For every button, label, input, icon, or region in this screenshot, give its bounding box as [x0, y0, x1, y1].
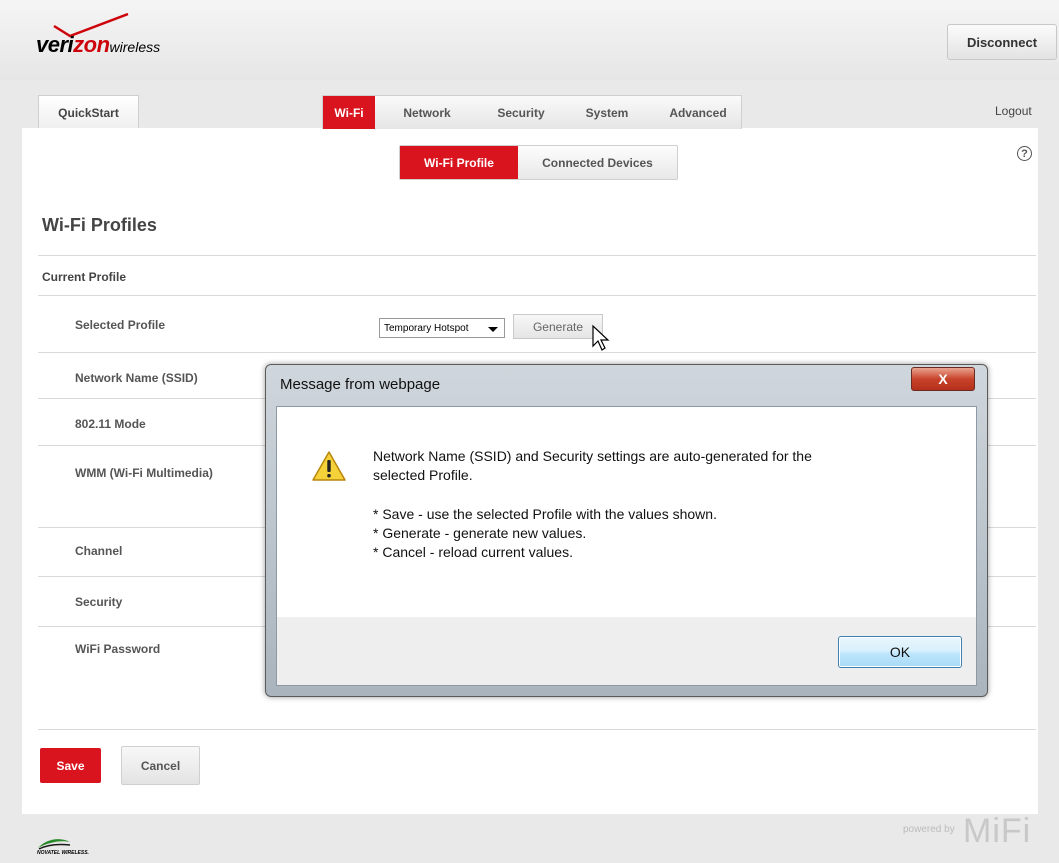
novatel-brand-text: NOVATEL WIRELESS.	[37, 850, 89, 856]
logout-link[interactable]: Logout	[995, 104, 1032, 118]
row-label-channel: Channel	[75, 544, 123, 558]
novatel-logo: NOVATEL WIRELESS.	[37, 836, 89, 860]
powered-by-mifi: powered by MiFi	[903, 812, 1053, 862]
divider	[38, 729, 1036, 730]
profile-select-value: Temporary Hotspot	[384, 322, 469, 334]
logo-wordmark: verizonwireless	[36, 32, 161, 57]
dialog-message-line: selected Profile.	[373, 467, 473, 483]
chevron-down-icon	[488, 327, 498, 332]
dialog-body: Network Name (SSID) and Security setting…	[276, 406, 977, 617]
divider	[38, 352, 1036, 353]
tab-quickstart[interactable]: QuickStart	[38, 95, 139, 129]
row-label-security: Security	[75, 595, 123, 609]
subtab-wifi-profile[interactable]: Wi-Fi Profile	[400, 146, 518, 179]
header-bar: verizonwireless Disconnect	[0, 0, 1059, 80]
message-dialog: Message from webpage X Network Name (SSI…	[265, 364, 988, 697]
section-title: Current Profile	[42, 270, 127, 284]
dialog-title: Message from webpage	[280, 376, 441, 393]
mifi-logo: MiFi	[963, 812, 1032, 850]
dialog-close-button[interactable]: X	[911, 367, 975, 391]
novatel-swoosh-icon	[38, 839, 71, 850]
save-button[interactable]: Save	[40, 748, 101, 783]
verizon-logo: verizonwireless	[36, 12, 186, 62]
tab-network[interactable]: Network	[387, 96, 467, 129]
row-label-wmm: WMM (Wi-Fi Multimedia)	[75, 466, 213, 480]
row-label-selected-profile: Selected Profile	[75, 318, 166, 332]
help-icon[interactable]: ?	[1017, 146, 1032, 161]
row-label-ssid: Network Name (SSID)	[75, 371, 198, 385]
generate-button[interactable]: Generate	[513, 314, 603, 339]
main-tabs: Wi-Fi Network Security System Advanced	[322, 95, 742, 129]
mouse-cursor-icon	[592, 324, 610, 351]
dialog-footer: OK	[276, 617, 977, 686]
powered-by-text: powered by	[903, 824, 955, 835]
tab-security[interactable]: Security	[479, 96, 563, 129]
dialog-message-line: * Save - use the selected Profile with t…	[373, 506, 717, 522]
subtab-connected-devices[interactable]: Connected Devices	[518, 146, 677, 179]
tab-system[interactable]: System	[567, 96, 647, 129]
row-label-80211-mode: 802.11 Mode	[75, 417, 146, 431]
tab-wifi[interactable]: Wi-Fi	[323, 96, 375, 129]
divider	[38, 255, 1036, 256]
profile-select[interactable]: Temporary Hotspot	[379, 318, 505, 338]
ok-button[interactable]: OK	[838, 636, 962, 668]
subtabs: Wi-Fi Profile Connected Devices	[399, 145, 678, 180]
warning-icon	[312, 451, 346, 481]
row-label-wifi-password: WiFi Password	[75, 642, 161, 656]
cancel-button[interactable]: Cancel	[121, 746, 200, 785]
dialog-message-line: Network Name (SSID) and Security setting…	[373, 448, 812, 464]
page-title: Wi-Fi Profiles	[42, 215, 157, 235]
tab-advanced[interactable]: Advanced	[655, 96, 741, 129]
dialog-message-line: * Generate - generate new values.	[373, 525, 587, 541]
divider	[38, 295, 1036, 296]
disconnect-button[interactable]: Disconnect	[947, 24, 1057, 60]
dialog-message-line: * Cancel - reload current values.	[373, 544, 573, 560]
